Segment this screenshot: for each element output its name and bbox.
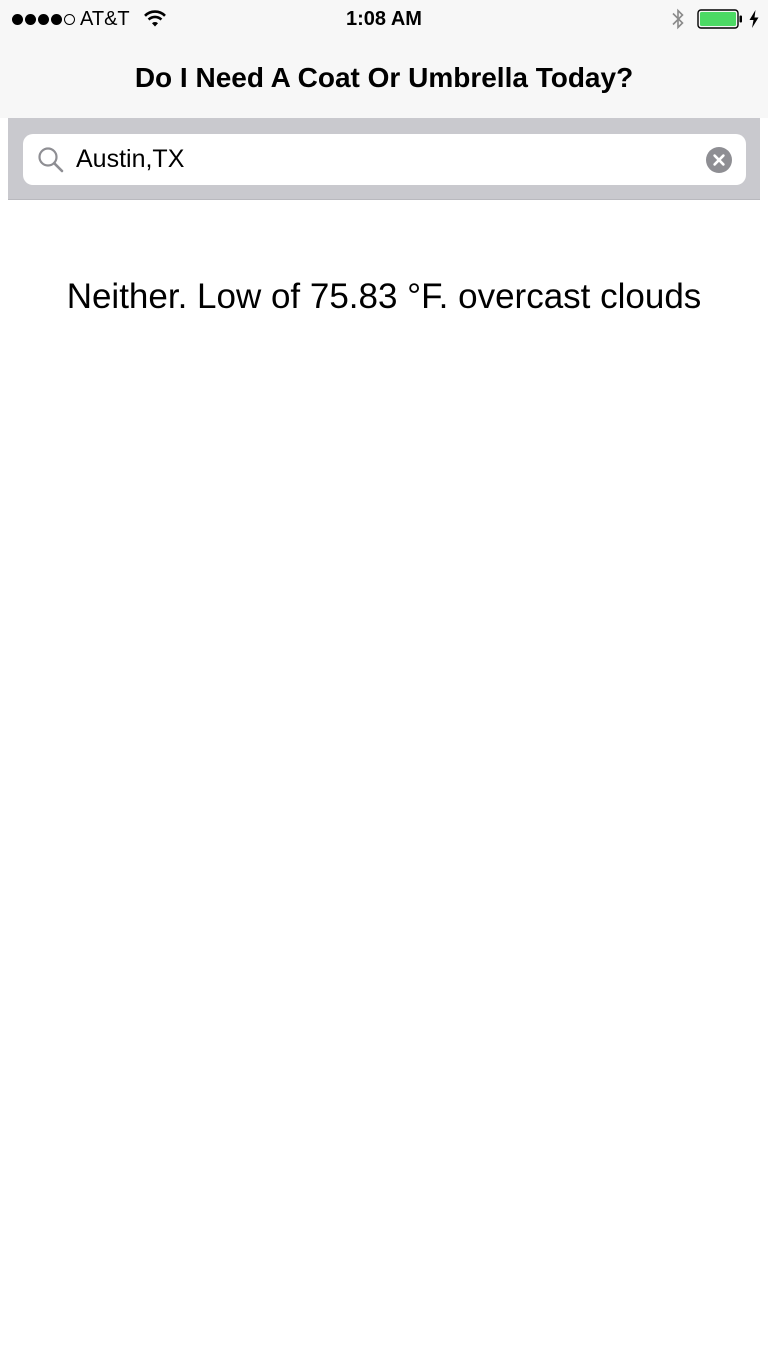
status-time: 1:08 AM [346, 8, 422, 30]
charging-bolt-icon [749, 10, 759, 28]
search-input[interactable] [76, 134, 686, 185]
weather-result-text: Neither. Low of 75.83 °F. overcast cloud… [66, 277, 702, 316]
search-bar [8, 118, 760, 200]
page-title: Do I Need A Coat Or Umbrella Today? [134, 62, 634, 93]
battery-level-fill [700, 12, 736, 26]
status-bar: AT&T 1:08 AM [0, 0, 768, 40]
clear-icon[interactable] [706, 147, 732, 173]
app-screen: AT&T 1:08 AM Do I Need A Coat Or Umbrell… [0, 0, 768, 1365]
search-icon [38, 147, 64, 173]
battery-icon [697, 9, 742, 29]
bluetooth-icon [672, 8, 684, 30]
navigation-bar: Do I Need A Coat Or Umbrella Today? [0, 40, 768, 118]
search-field[interactable] [23, 134, 746, 185]
